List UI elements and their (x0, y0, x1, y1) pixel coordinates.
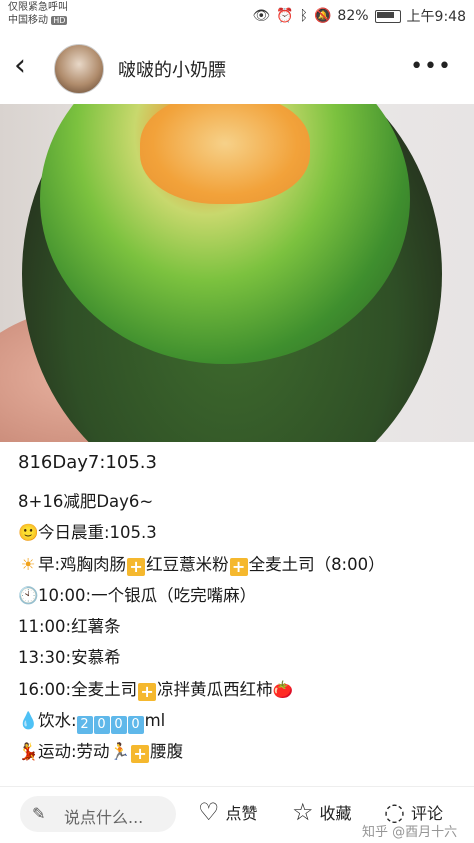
mute-icon: 🔕 (313, 8, 332, 24)
comment-input[interactable]: ✎ 说点什么... (20, 796, 176, 832)
plus-icon: + (127, 557, 146, 576)
post-image[interactable] (0, 104, 474, 442)
text-line: 16:00:全麦土司 + 凉拌黄瓜西红柿🍅 (18, 679, 294, 701)
battery-icon (374, 9, 401, 23)
plus-icon: + (138, 682, 157, 701)
plus-icon: + (131, 745, 150, 764)
status-bar: 仅限紧急呼叫 中国移动 HD 👁 ⏰ ᛒ 🔕 82% 上午9:48 (0, 0, 474, 32)
bottom-action-bar: ✎ 说点什么... ♡ 点赞 ☆ 收藏 ◌ 评论 知乎 @酉月十六 (0, 786, 474, 843)
text-line: 13:30:安慕希 (18, 648, 121, 668)
post-body: 816Day7:105.3 8+16减肥Day6~ 🙂今日晨重:105.3 ☀ 早… (18, 452, 458, 768)
melon-seeds (140, 104, 310, 204)
comment-placeholder: 说点什么... (64, 808, 144, 827)
clock-emoji-icon: 🕙 (18, 585, 39, 605)
pencil-icon: ✎ (32, 804, 46, 823)
author-name[interactable]: 啵啵的小奶膘 (118, 56, 226, 82)
bluetooth-icon: ᛒ (299, 8, 308, 24)
carrier-name: 中国移动 (8, 15, 48, 26)
carrier-info: 仅限紧急呼叫 中国移动 HD (8, 1, 68, 27)
plus-icon: + (229, 557, 248, 576)
text-line: 🕙10:00:一个银瓜（吃完嘴麻） (18, 580, 458, 611)
favorite-label: 收藏 (319, 804, 352, 823)
keycap-digit: 0 (110, 716, 127, 735)
star-icon: ☆ (292, 798, 314, 826)
chevron-left-icon: ‹ (14, 48, 26, 83)
clock: 上午9:48 (406, 9, 466, 25)
sun-emoji-icon: ☀ (20, 554, 36, 574)
text-line: ☀ 早:鸡胸肉肠 + 红豆薏米粉 + 全麦土司（8:00） (18, 549, 458, 580)
text-line: 8+16减肥Day6~ (18, 492, 154, 511)
post-header: ‹ 啵啵的小奶膘 ••• (0, 32, 474, 104)
heart-icon: ♡ (198, 798, 220, 826)
like-label: 点赞 (225, 804, 258, 823)
carrier-emergency-text: 仅限紧急呼叫 (8, 2, 68, 13)
like-button[interactable]: ♡ 点赞 (198, 800, 258, 824)
droplet-emoji-icon: 💧 (18, 711, 39, 731)
more-button[interactable]: ••• (410, 54, 452, 79)
alarm-icon: ⏰ (276, 8, 294, 24)
keycap-digit: 0 (127, 716, 144, 735)
hd-badge: HD (51, 16, 68, 25)
dancer-emoji-icon: 💃 (18, 742, 39, 762)
post-title: 816Day7:105.3 (18, 452, 157, 473)
text-line: 💧饮水: 2 0 0 0 ml (18, 705, 458, 736)
keycap-digit: 0 (93, 716, 110, 735)
back-button[interactable]: ‹ (14, 51, 44, 82)
author-avatar[interactable] (54, 44, 104, 94)
text-line: 💃运动:劳动🏃 + 腰腹 (18, 736, 458, 767)
favorite-button[interactable]: ☆ 收藏 (292, 800, 352, 824)
eye-icon: 👁 (252, 8, 271, 24)
text-line: 🙂今日晨重:105.3 (18, 517, 458, 548)
smile-emoji-icon: 🙂 (18, 523, 39, 543)
keycap-digit: 2 (76, 716, 93, 735)
watermark: 知乎 @酉月十六 (362, 825, 458, 840)
battery-percent: 82% (337, 8, 369, 24)
status-icons: 👁 ⏰ ᛒ 🔕 82% 上午9:48 (252, 6, 466, 26)
text-line: 11:00:红薯条 (18, 617, 121, 637)
more-dots-icon: ••• (410, 54, 452, 79)
